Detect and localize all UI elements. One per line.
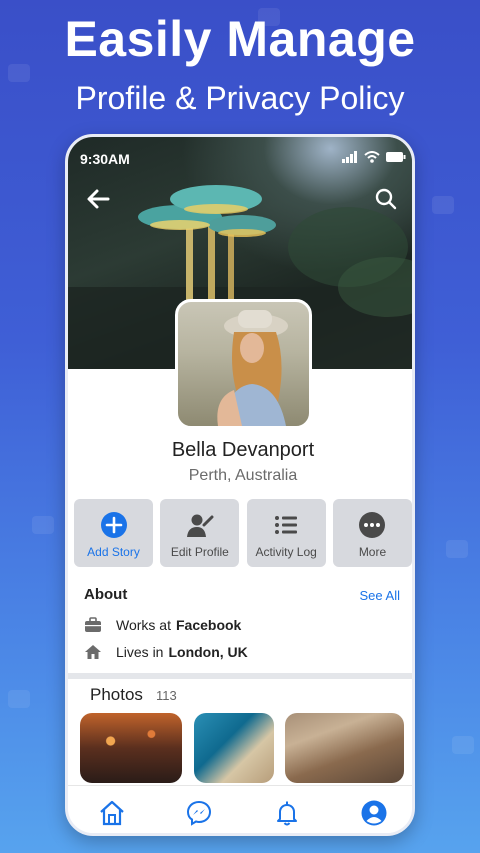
background-like-icon [32,516,54,534]
photo-thumbnail[interactable] [80,713,182,783]
profile-name: Bella Devanport [171,439,315,461]
bottom-nav [68,785,412,833]
wifi-icon [364,151,380,163]
search-button[interactable] [374,187,398,211]
messenger-icon[interactable] [185,799,213,827]
edit-profile-button[interactable]: Edit Profile [160,499,240,567]
about-home-prefix: Lives in [116,644,164,660]
back-button[interactable] [84,185,112,213]
avatar[interactable] [175,299,312,429]
signal-icon [342,151,357,163]
list-icon [275,516,298,534]
promo-subheadline: Profile & Privacy Policy [75,80,405,116]
edit-profile-icon [186,514,214,537]
search-icon [375,188,397,210]
home-icon[interactable] [98,799,126,827]
plus-circle-icon [100,512,127,538]
about-title: About [84,586,128,603]
about-home-row: Lives in London, UK [84,644,248,660]
home-small-icon [85,645,101,659]
phone-frame: 9:30AM Bella Devanport Perth, Australia … [65,134,415,836]
section-divider [68,673,412,679]
edit-profile-label: Edit Profile [170,545,229,559]
profile-actions: Add Story Edit Profile Activity Log More [74,499,412,567]
profile-icon[interactable] [360,799,388,827]
avatar-photo [217,310,288,426]
photos-title: Photos [90,685,143,704]
about-work-prefix: Works at [116,617,171,633]
see-all-link[interactable]: See All [360,588,400,603]
about-home-value: London, UK [168,644,248,660]
profile-location: Perth, Australia [188,467,298,484]
add-story-label: Add Story [87,545,140,559]
status-bar: 9:30AM [68,137,412,177]
background-like-icon [432,196,454,214]
about-work-value: Facebook [175,617,242,633]
back-arrow-icon [87,189,110,209]
about-work-row: Works at Facebook [84,617,241,633]
more-label: More [358,545,387,559]
photo-thumbnail[interactable] [285,713,404,783]
add-story-button[interactable]: Add Story [74,499,153,567]
background-like-icon [8,690,30,708]
battery-icon [386,152,406,162]
photo-thumbnail[interactable] [194,713,274,783]
more-dots-icon [359,512,386,538]
background-like-icon [452,736,474,754]
briefcase-icon [85,617,101,632]
photos-count: 113 [156,688,177,703]
background-like-icon [446,540,468,558]
activity-log-label: Activity Log [255,545,317,559]
status-time: 9:30AM [80,151,130,167]
promo-headline: Easily Manage [64,11,416,67]
bell-icon[interactable] [273,799,301,827]
activity-log-button[interactable]: Activity Log [246,499,326,567]
more-button[interactable]: More [332,499,412,567]
